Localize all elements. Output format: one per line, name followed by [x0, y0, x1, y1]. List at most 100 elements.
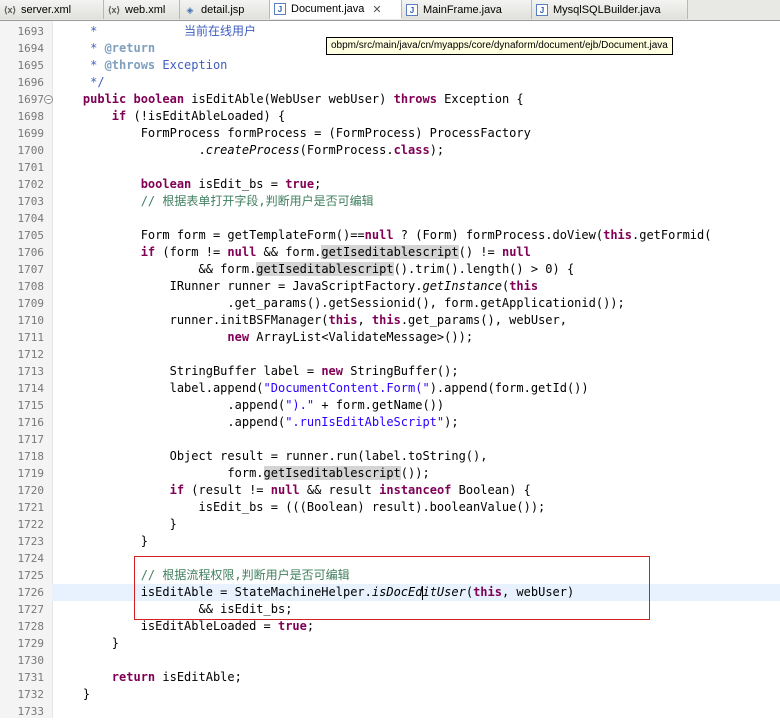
code-line[interactable]: }: [54, 533, 148, 550]
fold-toggle-icon[interactable]: −: [44, 95, 53, 104]
line-number: 1693: [17, 25, 45, 38]
code-token: .getFormid(: [632, 228, 712, 242]
code-line[interactable]: Form form = getTemplateForm()==null ? (F…: [54, 227, 712, 244]
line-number: 1703: [17, 195, 45, 208]
code-token: this: [509, 279, 539, 293]
annotation-red-box: [134, 556, 650, 620]
code-line[interactable]: new ArrayList<ValidateMessage>());: [54, 329, 473, 346]
line-number: 1733: [17, 705, 45, 718]
code-token: + form.getName()): [314, 398, 445, 412]
code-line[interactable]: }: [54, 686, 90, 703]
code-token: (result !=: [184, 483, 271, 497]
line-number: 1729: [17, 637, 45, 650]
line-number: 1720: [17, 484, 45, 497]
code-token: @return: [104, 41, 156, 55]
code-token: IRunner runner = JavaScriptFactory.: [54, 279, 423, 293]
code-line[interactable]: label.append("DocumentContent.Form(").ap…: [54, 380, 589, 397]
code-line[interactable]: * 当前在线用户: [54, 23, 256, 40]
line-number: 1709: [17, 297, 45, 310]
line-number: 1708: [17, 280, 45, 293]
code-line[interactable]: runner.initBSFManager(this, this.get_par…: [54, 312, 567, 329]
code-token: ().trim().length() > 0) {: [393, 262, 575, 276]
code-token: ").": [285, 398, 315, 412]
line-number: 1731: [17, 671, 45, 684]
code-line[interactable]: .append(".runIsEditAbleScript");: [54, 414, 458, 431]
code-token: "DocumentContent.Form(": [263, 381, 430, 395]
code-line[interactable]: .createProcess(FormProcess.class);: [54, 142, 444, 159]
code-token: runner.initBSFManager(: [54, 313, 329, 327]
code-token: .get_params().getSessionid(), form.getAp…: [54, 296, 625, 310]
tab-detail-jsp[interactable]: ◈ detail.jsp: [180, 0, 270, 19]
code-line[interactable]: StringBuffer label = new StringBuffer();: [54, 363, 459, 380]
code-line[interactable]: */: [54, 74, 105, 91]
code-token: // 根据表单打开字段,判断用户是否可编辑: [140, 194, 374, 208]
code-token: if: [140, 245, 156, 259]
code-line[interactable]: && form.getIseditablescript().trim().len…: [54, 261, 574, 278]
tab-document-java[interactable]: J Document.java ✕: [270, 0, 402, 19]
tab-label: server.xml: [21, 3, 72, 16]
tab-server-xml[interactable]: ⟨x⟩ server.xml: [0, 0, 104, 19]
code-line[interactable]: form.getIseditablescript());: [54, 465, 430, 482]
code-token: && form.: [256, 245, 322, 259]
code-token: (!isEditAbleLoaded) {: [126, 109, 286, 123]
tab-mainframe-java[interactable]: J MainFrame.java: [402, 0, 532, 19]
line-number: 1732: [17, 688, 45, 701]
code-line[interactable]: IRunner runner = JavaScriptFactory.getIn…: [54, 278, 539, 295]
code-line[interactable]: if (form != null && form.getIseditablesc…: [54, 244, 531, 261]
code-line[interactable]: // 根据表单打开字段,判断用户是否可编辑: [54, 193, 374, 210]
line-number: 1730: [17, 654, 45, 667]
code-token: ".runIsEditAbleScript": [285, 415, 445, 429]
line-number: 1725: [17, 569, 45, 582]
code-token: ? (Form) formProcess.doView(: [393, 228, 604, 242]
code-token: Form form = getTemplateForm()==: [54, 228, 365, 242]
tab-label: MainFrame.java: [423, 3, 502, 16]
code-line[interactable]: .append(")." + form.getName()): [54, 397, 444, 414]
code-line[interactable]: isEditAbleLoaded = true;: [54, 618, 314, 635]
code-token: () !=: [458, 245, 502, 259]
code-line[interactable]: FormProcess formProcess = (FormProcess) …: [54, 125, 531, 142]
tab-mysqlsqlbuilder-java[interactable]: J MysqlSQLBuilder.java: [532, 0, 688, 19]
tab-label: MysqlSQLBuilder.java: [553, 3, 661, 16]
code-line[interactable]: isEdit_bs = (((Boolean) result).booleanV…: [54, 499, 545, 516]
code-token: ArrayList<ValidateMessage>());: [249, 330, 474, 344]
code-line[interactable]: if (result != null && result instanceof …: [54, 482, 531, 499]
code-line[interactable]: }: [54, 516, 177, 533]
code-token: this: [328, 313, 358, 327]
code-token: );: [429, 143, 445, 157]
code-token: *: [54, 58, 105, 72]
code-token: public: [82, 92, 127, 106]
code-token: .: [54, 143, 206, 157]
line-number: 1696: [17, 76, 45, 89]
code-token: Exception: [155, 58, 228, 72]
line-number: 1712: [17, 348, 45, 361]
code-line[interactable]: * @throws Exception: [54, 57, 227, 74]
code-line[interactable]: }: [54, 635, 119, 652]
line-number: 1726: [17, 586, 45, 599]
code-token: isEditAble;: [155, 670, 242, 684]
code-token: null: [501, 245, 531, 259]
code-token: boolean: [133, 92, 185, 106]
xml-file-icon: ⟨x⟩: [4, 4, 17, 15]
code-line[interactable]: if (!isEditAbleLoaded) {: [54, 108, 285, 125]
code-token: */: [54, 75, 105, 89]
code-line[interactable]: return isEditAble;: [54, 669, 242, 686]
code-token: .append(: [54, 415, 286, 429]
line-number: 1698: [17, 110, 45, 123]
close-tab-icon[interactable]: ✕: [372, 3, 381, 16]
code-token: && result: [299, 483, 380, 497]
code-line[interactable]: .get_params().getSessionid(), form.getAp…: [54, 295, 625, 312]
code-line[interactable]: public boolean isEditAble(WebUser webUse…: [54, 91, 524, 108]
code-line[interactable]: Object result = runner.run(label.toStrin…: [54, 448, 488, 465]
code-token: isEdit_bs = (((Boolean) result).booleanV…: [54, 500, 546, 514]
tab-web-xml[interactable]: ⟨x⟩ web.xml: [104, 0, 180, 19]
code-token: * 当前在线用户: [54, 24, 257, 38]
java-file-icon: J: [274, 3, 286, 15]
code-token: true: [277, 619, 307, 633]
code-line[interactable]: * @return: [54, 40, 155, 57]
line-number: 1727: [17, 603, 45, 616]
code-line[interactable]: boolean isEdit_bs = true;: [54, 176, 322, 193]
line-number: 1718: [17, 450, 45, 463]
tab-label: web.xml: [125, 3, 166, 16]
